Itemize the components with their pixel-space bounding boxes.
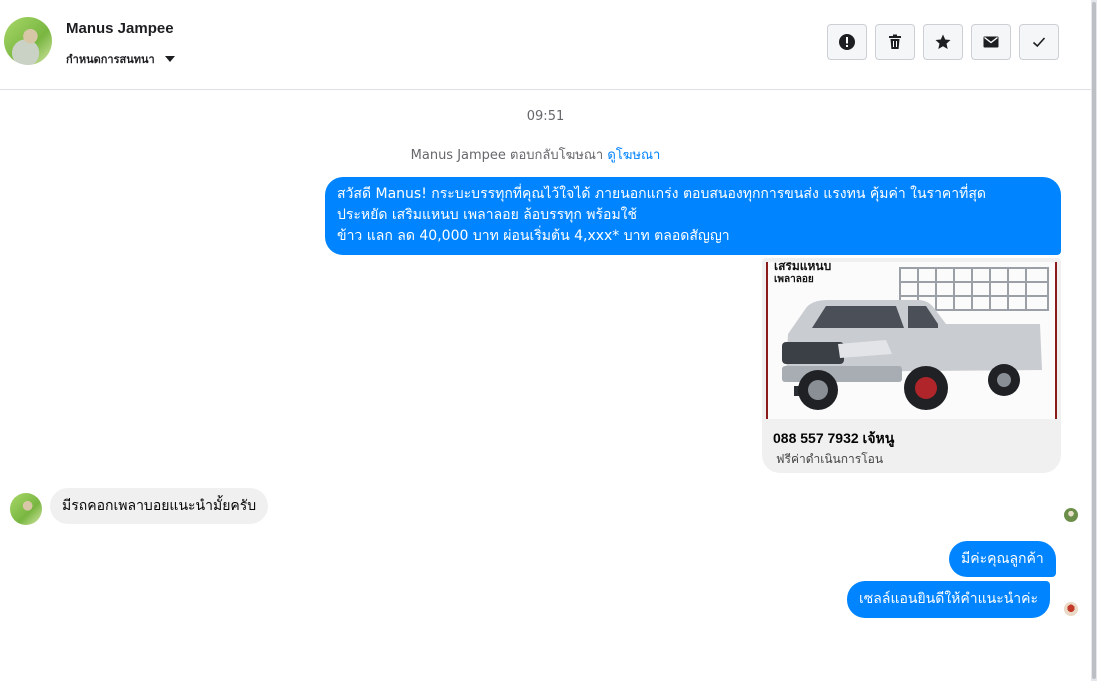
label-dropdown-text: กำหนดการสนทนา [66,54,155,66]
incoming-message-bubble[interactable]: มีรถคอกเพลาบอยแนะนำมั้ยครับ [50,488,269,524]
conversation-header: Manus Jampee กำหนดการสนทนา [0,0,1091,90]
mark-unread-button[interactable] [971,24,1011,60]
ad-reply-text: Manus Jampee ตอบกลับโฆษณา [410,148,604,163]
ad-card-subtitle: ฟรีค่าดำเนินการโอน [776,452,884,466]
seen-indicator-avatar [1064,508,1078,522]
check-icon [1032,37,1046,48]
message-timestamp: 09:51 [526,109,565,124]
outgoing-reply-bubble[interactable]: มีค่ะคุณลูกค้า [949,541,1056,577]
contact-avatar[interactable] [4,17,52,65]
delete-button[interactable] [875,24,915,60]
star-icon [935,34,951,49]
message-line: ข้าว แลก ลด 40,000 บาท ผ่อนเริ่มต้น 4,xx… [337,228,730,244]
ad-card-image: เสริมแหนบ เพลาลอย [766,262,1057,419]
message-line: สวัสดี Manus! กระบะบรรทุกที่คุณไว้ใจได้ … [337,186,987,202]
trash-icon [889,34,901,49]
caret-down-icon [164,56,175,62]
scrollbar[interactable] [1091,0,1097,681]
outgoing-message-bubble[interactable]: สวัสดี Manus! กระบะบรรทุกที่คุณไว้ใจได้ … [325,177,1061,255]
contact-avatar-small[interactable] [10,493,42,525]
view-ad-link[interactable]: ดูโฆษณา [607,148,660,163]
mark-done-button[interactable] [1019,24,1059,60]
ad-reply-notice: Manus Jampee ตอบกลับโฆษณา ดูโฆษณา [0,144,1071,165]
envelope-icon [983,36,999,48]
ad-image-text-line2: เพลาลอย [774,274,814,285]
outgoing-reply-bubble[interactable]: เซลล์แอนยินดีให้คำแนะนำค่ะ [847,581,1051,618]
ad-card-title: 088 557 7932 เจ้หนู [773,430,895,446]
label-dropdown[interactable]: กำหนดการสนทนา [66,50,175,68]
ad-card[interactable]: เสริมแหนบ เพลาลอย 088 557 7932 เจ้หนู ฟร… [762,258,1061,473]
contact-name[interactable]: Manus Jampee [66,20,174,37]
mark-spam-button[interactable] [827,24,867,60]
star-button[interactable] [923,24,963,60]
message-line: ประหยัด เสริมแหนบ เพลาลอย ล้อบรรทุก พร้อ… [337,207,638,223]
exclamation-circle-icon [839,34,855,50]
seen-indicator-avatar [1064,602,1078,616]
scrollbar-thumb[interactable] [1092,2,1096,679]
ad-image-text-line1: เสริมแหนบ [774,262,832,273]
